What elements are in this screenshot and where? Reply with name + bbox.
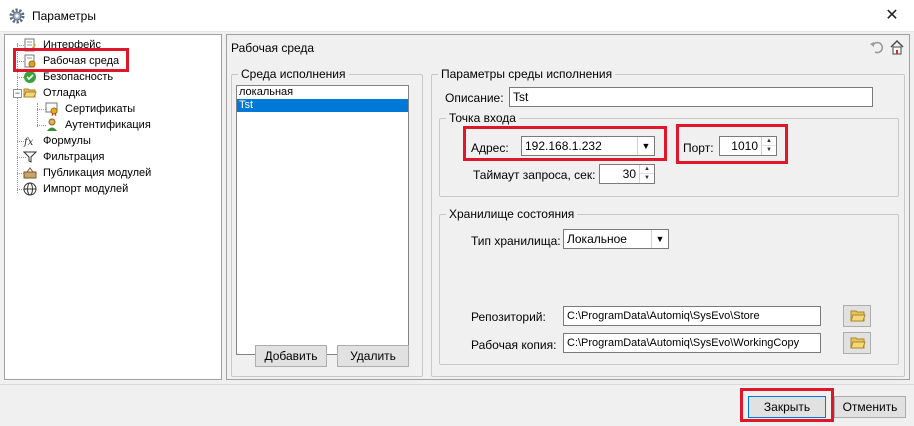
document-gear-icon bbox=[23, 54, 37, 68]
chevron-down-icon[interactable]: ▼ bbox=[637, 137, 654, 155]
window-title: Параметры bbox=[32, 9, 96, 23]
remove-environment-button[interactable]: Удалить bbox=[337, 345, 409, 367]
description-field[interactable]: Tst bbox=[509, 87, 873, 107]
close-window-button[interactable]: ✕ bbox=[878, 4, 906, 28]
port-label: Порт: bbox=[683, 141, 714, 155]
settings-tree[interactable]: Интерфейс Рабочая среда Безопасность − О… bbox=[4, 34, 222, 380]
fx-icon: fx bbox=[23, 134, 37, 148]
timeout-value: 30 bbox=[622, 167, 636, 181]
close-button[interactable]: Закрыть bbox=[748, 396, 826, 418]
storage-type-value: Локальное bbox=[567, 232, 627, 246]
tree-item-label: Рабочая среда bbox=[41, 53, 122, 69]
tree-item-label: Отладка bbox=[43, 87, 87, 99]
endpoint-legend: Точка входа bbox=[449, 111, 516, 125]
storage-type-combo[interactable]: Локальное ▼ bbox=[563, 229, 669, 249]
environment-params-legend: Параметры среды исполнения bbox=[441, 67, 613, 81]
folder-open-icon bbox=[850, 337, 866, 349]
certificate-icon bbox=[45, 102, 59, 117]
stepper-up-icon[interactable]: ▲ bbox=[762, 137, 776, 146]
storage-legend: Хранилище состояния bbox=[449, 207, 575, 221]
tree-item-label: Формулы bbox=[43, 135, 91, 147]
tree-item-label: Аутентификация bbox=[65, 119, 151, 131]
address-combo[interactable]: 192.168.1.232 ▼ bbox=[521, 136, 655, 156]
tree-item-label: Безопасность bbox=[43, 71, 114, 83]
repository-path-field[interactable]: C:\ProgramData\Automiq\SysEvo\Store bbox=[563, 306, 821, 326]
chevron-down-icon[interactable]: ▼ bbox=[651, 230, 668, 248]
title-bar: Параметры ✕ bbox=[0, 0, 914, 32]
storage-type-label: Тип хранилища: bbox=[471, 234, 561, 248]
port-value: 1010 bbox=[731, 139, 758, 153]
globe-icon bbox=[23, 182, 37, 196]
address-value: 192.168.1.232 bbox=[525, 139, 602, 153]
tree-connector bbox=[17, 43, 18, 193]
folder-open-icon bbox=[23, 86, 37, 100]
filter-icon bbox=[22, 150, 38, 164]
panel-toolbar bbox=[867, 39, 907, 57]
shield-check-icon bbox=[23, 70, 37, 84]
stepper-down-icon[interactable]: ▼ bbox=[640, 174, 654, 183]
port-stepper[interactable]: 1010 ▲ ▼ bbox=[719, 136, 777, 156]
svg-text:fx: fx bbox=[23, 137, 34, 148]
timeout-label: Таймаут запроса, сек: bbox=[473, 168, 596, 182]
timeout-stepper[interactable]: 30 ▲ ▼ bbox=[599, 164, 655, 184]
browse-working-copy-button[interactable] bbox=[843, 332, 871, 354]
tree-item-label: Интерфейс bbox=[43, 39, 101, 51]
environments-legend: Среда исполнения bbox=[241, 67, 346, 81]
footer-divider bbox=[0, 384, 914, 385]
panel-title: Рабочая среда bbox=[231, 41, 315, 55]
undo-icon[interactable] bbox=[869, 39, 885, 58]
tree-expander-debug[interactable]: − bbox=[13, 89, 22, 98]
repository-label: Репозиторий: bbox=[471, 310, 546, 324]
add-environment-button[interactable]: Добавить bbox=[255, 345, 327, 367]
description-label: Описание: bbox=[445, 91, 504, 105]
list-item[interactable]: Tst bbox=[237, 99, 408, 112]
document-pencil-icon bbox=[23, 38, 37, 52]
stepper-down-icon[interactable]: ▼ bbox=[762, 146, 776, 155]
stepper-arrows[interactable]: ▲ ▼ bbox=[761, 137, 776, 155]
publish-icon bbox=[23, 166, 37, 180]
environments-list[interactable]: локальная Tst bbox=[236, 85, 409, 355]
browse-repository-button[interactable] bbox=[843, 305, 871, 327]
working-copy-label: Рабочая копия: bbox=[471, 338, 557, 352]
tree-item-label: Импорт модулей bbox=[43, 183, 129, 195]
list-item[interactable]: локальная bbox=[237, 86, 408, 99]
stepper-up-icon[interactable]: ▲ bbox=[640, 165, 654, 174]
gear-icon bbox=[8, 7, 26, 25]
tree-item-label: Сертификаты bbox=[65, 103, 136, 115]
stepper-arrows[interactable]: ▲ ▼ bbox=[639, 165, 654, 183]
address-label: Адрес: bbox=[471, 141, 509, 155]
user-key-icon bbox=[45, 118, 59, 132]
tree-item-label: Фильтрация bbox=[43, 151, 105, 163]
tree-connector bbox=[37, 103, 38, 127]
home-icon[interactable] bbox=[889, 39, 905, 58]
dialog-body: Интерфейс Рабочая среда Безопасность − О… bbox=[0, 32, 914, 426]
working-copy-path-field[interactable]: C:\ProgramData\Automiq\SysEvo\WorkingCop… bbox=[563, 333, 821, 353]
folder-open-icon bbox=[850, 310, 866, 322]
tree-item-label: Публикация модулей bbox=[43, 167, 152, 179]
cancel-button[interactable]: Отменить bbox=[834, 396, 906, 418]
settings-panel: Рабочая среда Среда исполнения локальная… bbox=[226, 34, 910, 380]
